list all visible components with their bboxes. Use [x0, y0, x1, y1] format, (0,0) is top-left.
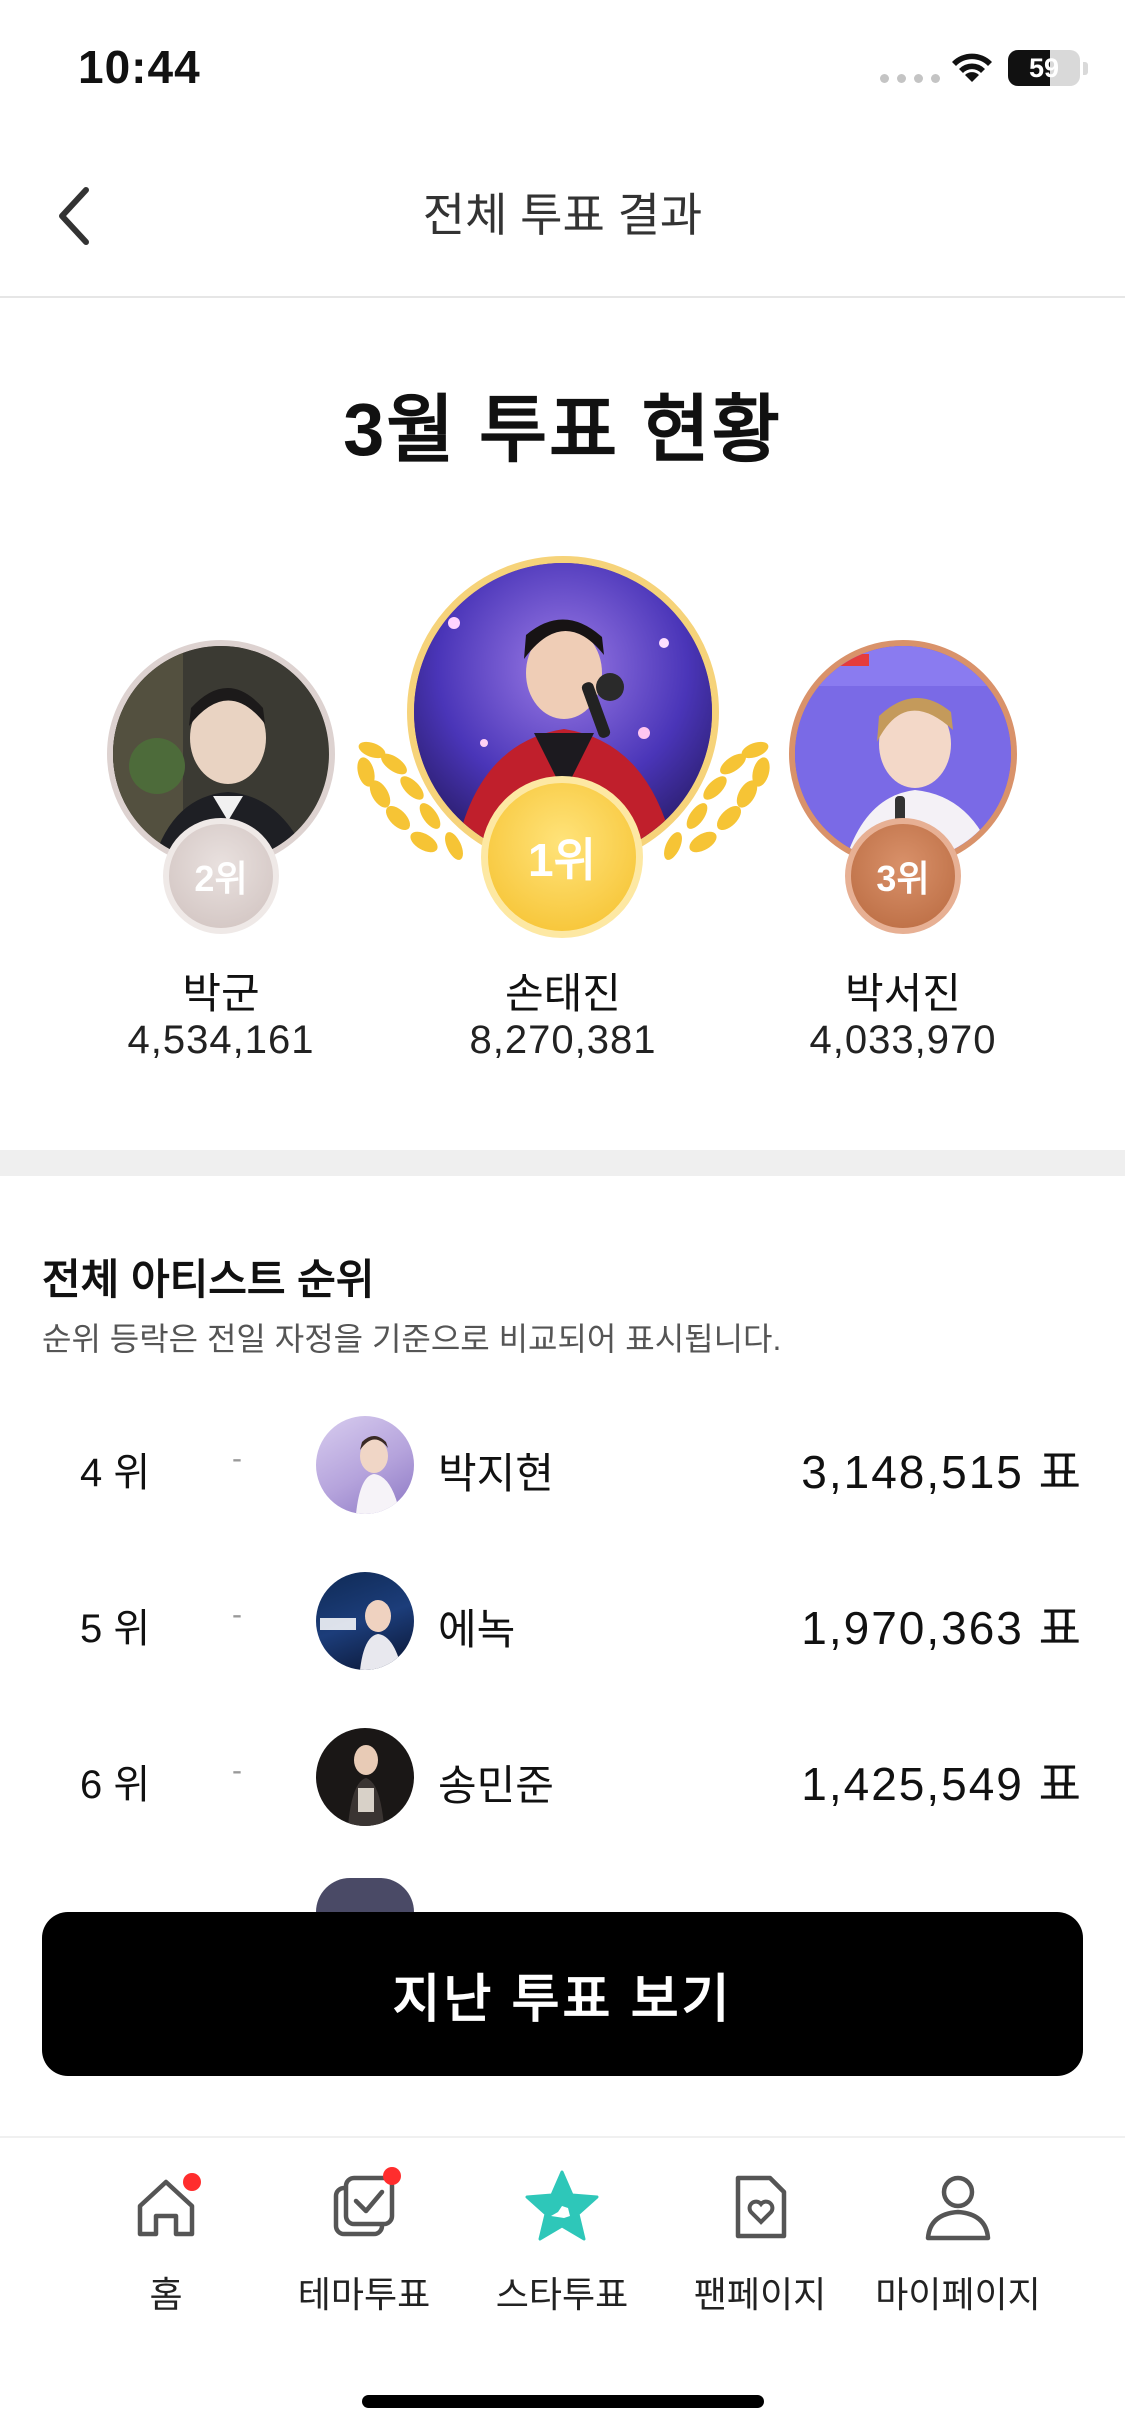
avatar	[316, 1878, 414, 1912]
tab-label: 스타투표	[495, 2274, 629, 2315]
rank-medal-label: 1위	[528, 834, 596, 886]
rank-position: 4 위	[80, 1451, 151, 1495]
vote-count: 1,425,549 표	[801, 1758, 1083, 1810]
status-time: 10:44	[78, 41, 201, 93]
rank-change: -	[232, 1598, 242, 1631]
vote-status-title: 3월 투표 현황	[343, 388, 782, 471]
section-divider	[0, 1150, 1125, 1176]
artist-name: 에녹	[438, 1606, 516, 1653]
nav-header: 전체 투표 결과	[0, 140, 1125, 298]
bottom-tab-bar: 홈 테마투표 스타투표 팬페이지 마이페이지	[0, 2136, 1125, 2436]
rank-position: 6 위	[80, 1763, 151, 1807]
tab-label: 마이페이지	[875, 2274, 1041, 2315]
avatar	[316, 1728, 414, 1826]
wifi-icon	[952, 53, 992, 82]
fan-page-icon	[735, 2175, 787, 2239]
vote-count: 1,970,363 표	[801, 1602, 1083, 1654]
chevron-left-icon	[59, 187, 89, 245]
second-place-votes: 4,534,161	[127, 1018, 315, 1062]
theme-vote-icon	[333, 2167, 401, 2237]
vote-count: 3,148,515 표	[801, 1446, 1083, 1498]
ranking-subtitle: 순위 등락은 전일 자정을 기준으로 비교되어 표시됩니다.	[42, 1321, 782, 1357]
star-vote-icon	[525, 2170, 599, 2241]
tab-theme-vote[interactable]: 테마투표	[264, 2166, 464, 2326]
ranking-title: 전체 아티스트 순위	[42, 1256, 375, 1303]
tab-my-page[interactable]: 마이페이지	[858, 2166, 1058, 2326]
first-place-votes: 8,270,381	[469, 1018, 657, 1062]
rank-change: -	[232, 1442, 242, 1475]
home-indicator	[362, 2395, 764, 2408]
rank-medal-second: 2위	[163, 818, 279, 934]
tab-home[interactable]: 홈	[66, 2166, 266, 2326]
third-place-name: 박서진	[845, 970, 961, 1017]
avatar	[316, 1416, 414, 1514]
tab-fan-page[interactable]: 팬페이지	[660, 2166, 860, 2326]
artist-name: 송민준	[438, 1762, 554, 1809]
status-bar: 10:44 59	[0, 0, 1125, 140]
cellular-signal-icon	[880, 74, 940, 83]
tab-star-vote[interactable]: 스타투표	[462, 2166, 662, 2326]
avatar	[316, 1572, 414, 1670]
tab-label: 팬페이지	[693, 2274, 827, 2315]
rank-change: -	[232, 1754, 242, 1787]
rank-medal-first: 1위	[481, 776, 643, 938]
past-votes-button[interactable]: 지난 투표 보기	[42, 1912, 1083, 2076]
rank-medal-label: 2위	[194, 858, 248, 899]
first-place-name: 손태진	[505, 970, 621, 1017]
tab-label: 홈	[149, 2274, 183, 2315]
my-page-icon	[925, 2175, 991, 2241]
rank-medal-label: 3위	[876, 858, 930, 899]
rank-medal-third: 3위	[845, 818, 961, 934]
battery-tip	[1083, 62, 1088, 75]
ranking-row[interactable]: 6 위 - 송민준 1,425,549 표	[0, 1722, 1125, 1832]
rank-position: 5 위	[80, 1607, 151, 1651]
ranking-row[interactable]: 4 위 - 박지현 3,148,515 표	[0, 1410, 1125, 1520]
tab-label: 테마투표	[297, 2274, 431, 2315]
second-place-name: 박군	[182, 970, 260, 1017]
page-title: 전체 투표 결과	[422, 189, 703, 241]
back-button[interactable]	[34, 176, 114, 256]
battery-percent: 59	[1028, 53, 1060, 83]
ranking-row[interactable]: 5 위 - 에녹 1,970,363 표	[0, 1566, 1125, 1676]
third-place-votes: 4,033,970	[809, 1018, 997, 1062]
home-icon	[137, 2173, 201, 2237]
artist-name: 박지현	[438, 1450, 554, 1497]
battery-icon: 59	[1008, 50, 1080, 86]
